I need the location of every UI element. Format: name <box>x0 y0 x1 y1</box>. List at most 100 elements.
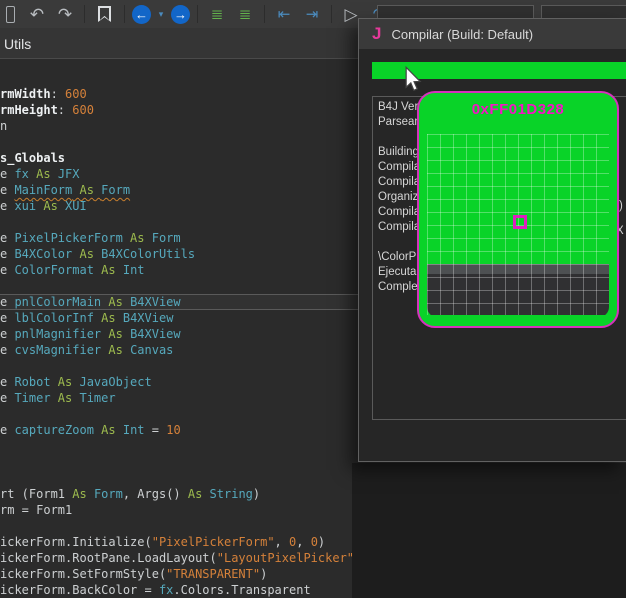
code-token: Canvas <box>130 343 173 357</box>
code-token: As <box>94 311 123 325</box>
code-token: As <box>101 327 130 341</box>
code-token: "TRANSPARENT" <box>166 567 260 581</box>
code-token: n <box>0 119 7 133</box>
code-token: , <box>296 535 310 549</box>
code-token: Form <box>94 487 123 501</box>
code-token: As <box>36 199 65 213</box>
picked-color-hex-label: 0xFF01D328 <box>419 101 617 118</box>
code-token: B4XView <box>130 295 181 309</box>
code-token: ) <box>318 535 325 549</box>
code-token: MainForm <box>14 183 72 197</box>
code-token: 600 <box>72 103 94 117</box>
compiler-titlebar[interactable]: J Compilar (Build: Default) <box>359 19 626 49</box>
code-token: e <box>0 391 14 405</box>
code-token: As <box>29 167 58 181</box>
uncomment-icon[interactable]: ≣ <box>233 3 257 25</box>
code-token: As <box>94 423 123 437</box>
code-token: ickerForm.SetFormStyle( <box>0 567 166 581</box>
code-token: e <box>0 311 14 325</box>
code-token: JFX <box>58 167 80 181</box>
code-token: pnlColorMain <box>14 295 101 309</box>
redo-icon[interactable]: ↷ <box>53 3 77 25</box>
color-magnifier-panel[interactable]: 0xFF01D328 <box>417 91 619 328</box>
code-token: cvsMagnifier <box>14 343 101 357</box>
nav-forward-icon[interactable] <box>171 5 190 24</box>
outdent-icon[interactable]: ⇤ <box>272 3 296 25</box>
code-token: ) <box>253 487 260 501</box>
log-line-fragment: ) <box>619 200 623 212</box>
code-token: As <box>72 247 101 261</box>
code-token: JavaObject <box>79 375 151 389</box>
code-token: fx <box>14 167 28 181</box>
bookmark-icon[interactable] <box>98 6 111 22</box>
code-token: 600 <box>65 87 87 101</box>
compiler-window-title: Compilar (Build: Default) <box>391 27 533 42</box>
code-token: XUI <box>65 199 87 213</box>
code-token: captureZoom <box>14 423 93 437</box>
code-token: e <box>0 423 14 437</box>
toolbar-separator <box>264 5 265 23</box>
b4j-logo-icon: J <box>372 24 381 44</box>
code-token: ) <box>260 567 267 581</box>
code-token: e <box>0 263 14 277</box>
code-token: As <box>123 231 152 245</box>
mouse-cursor-icon <box>404 66 422 97</box>
code-token: fx <box>159 583 173 597</box>
code-token: As <box>51 375 80 389</box>
code-token: B4XColor <box>14 247 72 261</box>
code-token: 10 <box>166 423 180 437</box>
code-token: Form <box>152 231 181 245</box>
toolbar-separator <box>84 5 85 23</box>
code-token: "PixelPickerForm" <box>152 535 275 549</box>
comment-icon[interactable]: ≣ <box>205 3 229 25</box>
code-token: e <box>0 295 14 309</box>
code-token: rt (Form1 <box>0 487 65 501</box>
code-token: As <box>181 487 210 501</box>
indent-icon[interactable]: ⇥ <box>300 3 324 25</box>
code-token: : <box>51 87 65 101</box>
code-token: Timer <box>14 391 50 405</box>
code-token: As <box>94 263 123 277</box>
code-token: B4XView <box>123 311 174 325</box>
code-token: , <box>275 535 289 549</box>
code-token: e <box>0 231 14 245</box>
code-token: As <box>65 487 94 501</box>
code-token: .Colors.Transparent <box>173 583 310 597</box>
editor-empty-area <box>352 463 626 598</box>
code-token: pnlMagnifier <box>14 327 101 341</box>
code-token: Form <box>101 183 130 197</box>
undo-icon[interactable]: ↶ <box>25 3 49 25</box>
code-token: As <box>101 295 130 309</box>
code-token: e <box>0 183 14 197</box>
code-token: e <box>0 327 14 341</box>
code-token: As <box>51 391 80 405</box>
code-token: rmWidth <box>0 87 51 101</box>
code-token: : <box>58 103 72 117</box>
toolbar-separator <box>197 5 198 23</box>
code-token: e <box>0 247 14 261</box>
code-token: ColorFormat <box>14 263 93 277</box>
b4j-ide-window: ↶↷▾≣≣⇤⇥▷↷↻↻◔ Utils rmWidth: 600rmHeight:… <box>0 0 626 598</box>
code-token: As <box>72 183 101 197</box>
code-token: ickerForm.Initialize( <box>0 535 152 549</box>
code-token: lblColorInf <box>14 311 93 325</box>
code-token: = <box>145 423 167 437</box>
code-token: xui <box>14 199 36 213</box>
code-token: e <box>0 199 14 213</box>
code-token: B4XColorUtils <box>101 247 195 261</box>
center-pixel-indicator-icon <box>513 215 527 229</box>
nav-back-dropdown-icon[interactable]: ▾ <box>155 3 167 25</box>
code-token: ickerForm.BackColor = <box>0 583 159 597</box>
code-token: , Args() <box>123 487 181 501</box>
nav-back-icon[interactable] <box>132 5 151 24</box>
code-token: B4XView <box>130 327 181 341</box>
code-token: 0 <box>311 535 318 549</box>
code-token: Int <box>123 263 145 277</box>
code-token: s_Globals <box>0 151 65 165</box>
edit-icon[interactable] <box>6 6 15 23</box>
code-token: rmHeight <box>0 103 58 117</box>
code-token: e <box>0 167 14 181</box>
toolbar-separator <box>124 5 125 23</box>
toolbar-separator <box>331 5 332 23</box>
tab-utils[interactable]: Utils <box>0 34 37 54</box>
